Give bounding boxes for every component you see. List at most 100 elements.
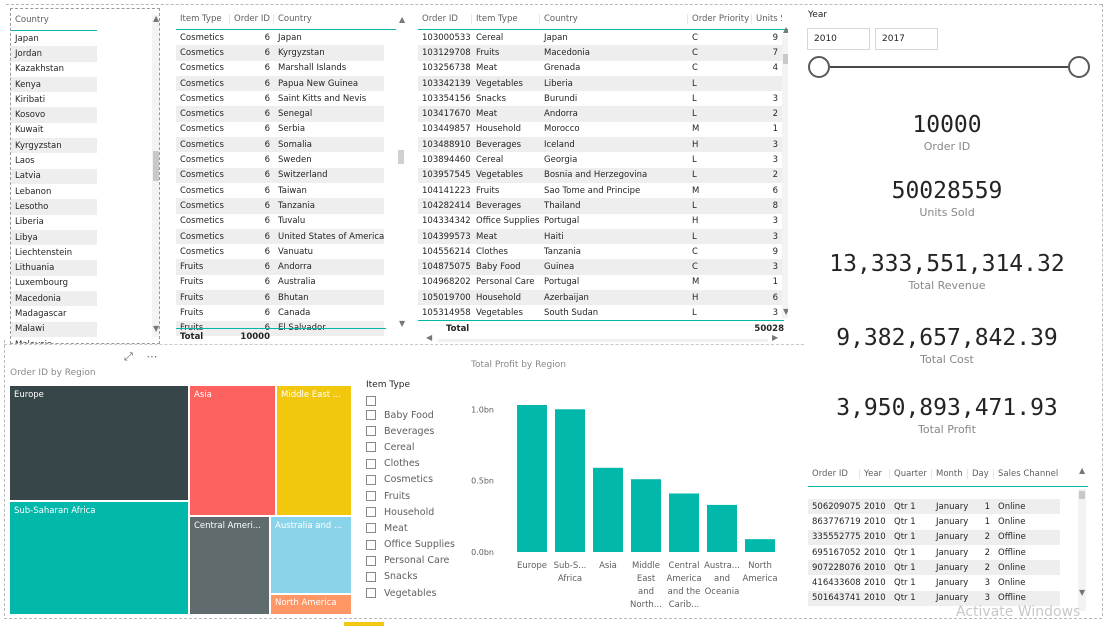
slicer-item[interactable]: Office Supplies	[366, 537, 476, 553]
table-row[interactable]: 907228076 2010 Qtr 1 January 2 Online	[808, 560, 1060, 576]
table-row[interactable]: 103488910 Beverages Iceland H 3	[418, 137, 782, 153]
table-row[interactable]: Fruits 6 Andorra	[176, 259, 384, 275]
table-row[interactable]: Liechtenstein	[11, 245, 97, 260]
table-row[interactable]: Kuwait	[11, 123, 97, 138]
table-row[interactable]: 104556214 Clothes Tanzania C 9	[418, 244, 782, 259]
column-header-order-id[interactable]: Order ID	[418, 14, 472, 24]
table-row[interactable]: Laos	[11, 153, 97, 168]
year-from-input[interactable]: 2010	[807, 28, 870, 50]
table-row[interactable]: Macedonia	[11, 291, 97, 307]
table-row[interactable]: 104334342 Office Supplies Portugal H 3	[418, 214, 782, 229]
slicer-item[interactable]: Cosmetics	[366, 472, 476, 488]
column-header-country[interactable]: Country	[274, 14, 384, 24]
treemap-tile-australia[interactable]: Australia and ...	[271, 517, 351, 593]
horizontal-scrollbar[interactable]	[438, 339, 768, 342]
treemap-tile-asia[interactable]: Asia	[190, 386, 275, 515]
table-row[interactable]: 104875075 Baby Food Guinea C 3	[418, 259, 782, 275]
table-row[interactable]: 103256738 Meat Grenada C 4	[418, 61, 782, 76]
scrollbar[interactable]	[782, 34, 788, 318]
checkbox[interactable]	[366, 426, 376, 437]
column-header-year[interactable]: Year	[860, 469, 890, 479]
slicer-item[interactable]: Meat	[366, 520, 476, 536]
slicer-item[interactable]: Household	[366, 504, 476, 520]
table-row[interactable]: Luxembourg	[11, 276, 97, 291]
column-header-day[interactable]: Day	[968, 469, 994, 479]
year-slicer[interactable]: Year 2010 2017	[806, 8, 1096, 88]
table-row[interactable]: Cosmetics 6 Kyrgyzstan	[176, 45, 384, 61]
table-row[interactable]: 104141223 Fruits Sao Tome and Principe M 6	[418, 183, 782, 198]
checkbox[interactable]	[366, 442, 376, 453]
column-header-item-type[interactable]: Item Type	[472, 14, 540, 24]
table-row[interactable]: Kiribati	[11, 92, 97, 107]
table-row[interactable]: Fruits 6 Australia	[176, 275, 384, 290]
table-row[interactable]: 104282414 Beverages Thailand L 8	[418, 198, 782, 214]
slicer-item[interactable]: Snacks	[366, 569, 476, 585]
table-row[interactable]: Cosmetics 6 Japan	[176, 30, 384, 45]
checkbox[interactable]	[366, 555, 376, 566]
slicer-item[interactable]: Personal Care	[366, 553, 476, 569]
column-header-sales-channel[interactable]: Sales Channel	[994, 469, 1060, 479]
order-details-table[interactable]: Order ID Item Type Country Order Priorit…	[418, 8, 788, 344]
checkbox[interactable]	[366, 474, 376, 485]
table-row[interactable]: Cosmetics 6 Papua New Guinea	[176, 75, 384, 92]
scrollbar-thumb[interactable]	[1079, 491, 1085, 499]
bar[interactable]	[555, 409, 585, 552]
table-row[interactable]: Kenya	[11, 76, 97, 93]
scroll-down-icon[interactable]: ▼	[1079, 589, 1085, 597]
table-row[interactable]: Cosmetics 6 Serbia	[176, 122, 384, 137]
table-row[interactable]: Cosmetics 6 United States of America	[176, 228, 384, 245]
checkbox[interactable]	[366, 539, 376, 550]
table-row[interactable]: 506209075 2010 Qtr 1 January 1 Online	[808, 499, 1060, 515]
column-header-order-priority[interactable]: Order Priority	[688, 14, 752, 24]
table-row[interactable]: Cosmetics 6 Vanuatu	[176, 244, 384, 259]
table-row[interactable]: 103417670 Meat Andorra L 2	[418, 106, 782, 122]
scrollbar-thumb[interactable]	[783, 54, 788, 64]
total-profit-by-region-chart[interactable]: Total Profit by Region 0.0bn 0.5bn 1.0bn Eur…	[462, 355, 792, 615]
table-row[interactable]: Jordan	[11, 46, 97, 62]
table-row[interactable]: Malawi	[11, 321, 97, 337]
treemap-tile-central-america[interactable]: Central Ameri...	[190, 517, 269, 614]
table-row[interactable]: 335552775 2010 Qtr 1 January 2 Offline	[808, 529, 1060, 545]
checkbox[interactable]	[366, 588, 376, 599]
table-row[interactable]: Kazakhstan	[11, 62, 97, 77]
scroll-up-icon[interactable]: ▲	[1079, 467, 1085, 475]
bar[interactable]	[669, 493, 699, 552]
table-row[interactable]: 103000533 Cereal Japan C 9	[418, 30, 782, 45]
table-row[interactable]: 104399573 Meat Haiti L 3	[418, 228, 782, 245]
slicer-item[interactable]: Baby Food	[366, 407, 476, 423]
table-row[interactable]: Malaysia	[11, 337, 97, 343]
scroll-up-icon[interactable]: ▲	[783, 26, 788, 34]
table-row[interactable]: Libya	[11, 229, 97, 246]
table-row[interactable]: Cosmetics 6 Tuvalu	[176, 214, 384, 229]
table-row[interactable]: Liberia	[11, 215, 97, 230]
bar[interactable]	[593, 467, 623, 552]
table-row[interactable]: Cosmetics 6 Saint Kitts and Nevis	[176, 91, 384, 106]
list-item[interactable]	[366, 395, 476, 407]
table-header[interactable]: Order ID Year Quarter Month▲ Day Sales C…	[808, 463, 1088, 487]
column-header-order-id[interactable]: Order ID▼	[230, 14, 274, 24]
table-row[interactable]: Cosmetics 6 Marshall Islands	[176, 61, 384, 76]
checkbox[interactable]	[366, 507, 376, 518]
slider-start-handle[interactable]	[808, 56, 830, 78]
table-row[interactable]: Cosmetics 6 Tanzania	[176, 198, 384, 214]
table-row[interactable]: 695167052 2010 Qtr 1 January 2 Offline	[808, 545, 1060, 560]
table-row[interactable]: Lesotho	[11, 199, 97, 215]
column-header-units-sold[interactable]: Units S	[752, 14, 782, 24]
treemap-tile-north-america[interactable]: North America	[271, 595, 351, 614]
table-row[interactable]: 103894460 Cereal Georgia L 3	[418, 152, 782, 167]
slider-track[interactable]	[820, 66, 1078, 68]
checkbox[interactable]	[366, 523, 376, 534]
column-header-item-type[interactable]: Item Type	[176, 14, 230, 24]
table-row[interactable]: 105019700 Household Azerbaijan H 6	[418, 290, 782, 306]
page-tab-indicator[interactable]	[344, 622, 384, 626]
scroll-right-icon[interactable]: ▶	[772, 334, 778, 342]
table-row[interactable]: 103342139 Vegetables Liberia L	[418, 75, 782, 92]
bar[interactable]	[517, 404, 547, 552]
scrollbar-thumb[interactable]	[398, 150, 404, 164]
treemap-tile-middle-east[interactable]: Middle East ...	[277, 386, 351, 515]
table-header[interactable]: Order ID Item Type Country Order Priorit…	[418, 8, 788, 30]
table-row[interactable]: 104968202 Personal Care Portugal M 1	[418, 275, 782, 290]
more-options-icon[interactable]: ⋯	[146, 350, 157, 363]
order-date-table[interactable]: Order ID Year Quarter Month▲ Day Sales C…	[808, 463, 1088, 616]
slicer-item[interactable]: Beverages	[366, 423, 476, 439]
